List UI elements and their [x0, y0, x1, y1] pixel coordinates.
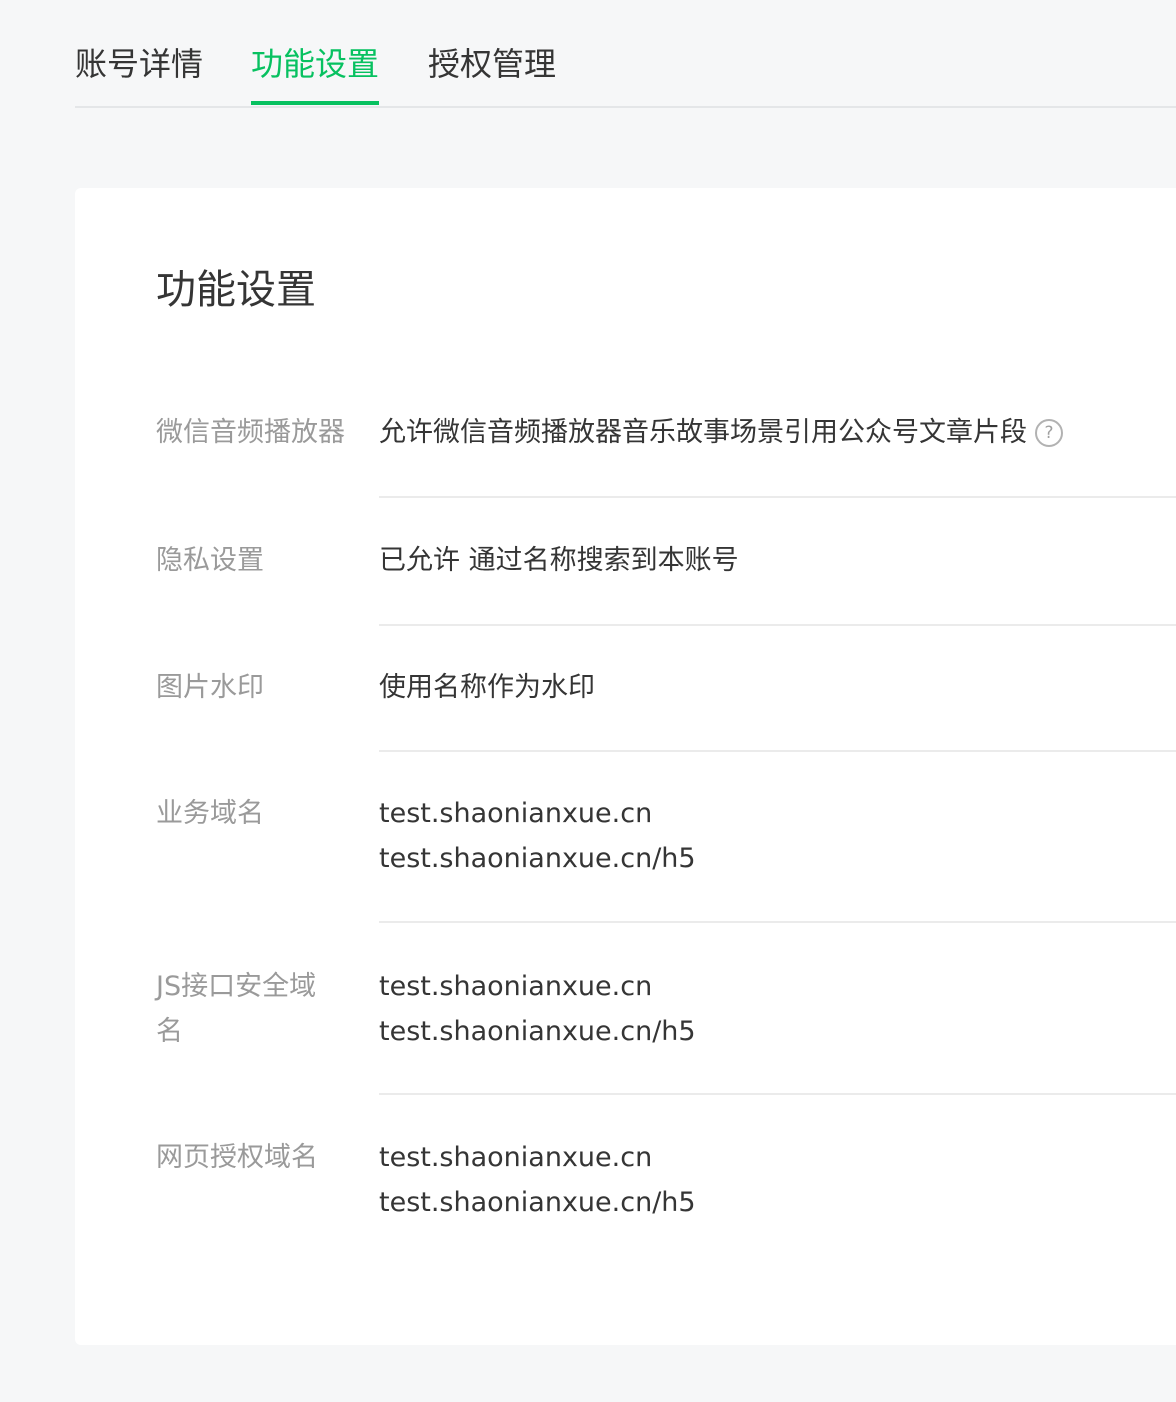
row-label-line: JS接口安全域: [156, 971, 317, 1002]
card-title: 功能设置: [156, 267, 316, 313]
tab-feature-settings[interactable]: 功能设置: [251, 42, 380, 105]
row-divider: [379, 624, 1176, 626]
audio-player-setting-text: 允许微信音频播放器音乐故事场景引用公众号文章片段: [379, 417, 1027, 448]
row-value-web-auth-domain: test.shaonianxue.cn test.shaonianxue.cn/…: [379, 1135, 1176, 1225]
row-label-business-domain: 业务域名: [156, 798, 264, 829]
web-auth-domain-item: test.shaonianxue.cn/h5: [379, 1187, 696, 1218]
row-label-line: 名: [156, 1016, 183, 1047]
js-safe-domain-item: test.shaonianxue.cn/h5: [379, 1016, 696, 1047]
row-value-privacy: 已允许 通过名称搜索到本账号: [379, 538, 1176, 583]
web-auth-domain-item: test.shaonianxue.cn: [379, 1142, 653, 1173]
business-domain-item: test.shaonianxue.cn/h5: [379, 843, 696, 874]
row-label-web-auth-domain: 网页授权域名: [156, 1142, 318, 1173]
settings-card: 功能设置 微信音频播放器 允许微信音频播放器音乐故事场景引用公众号文章片段? 隐…: [75, 188, 1176, 1345]
tab-account-details[interactable]: 账号详情: [75, 42, 203, 86]
row-divider: [379, 496, 1176, 498]
js-safe-domain-item: test.shaonianxue.cn: [379, 971, 653, 1002]
row-label-audio-player: 微信音频播放器: [156, 417, 345, 448]
tab-authorization-management[interactable]: 授权管理: [428, 42, 556, 86]
business-domain-item: test.shaonianxue.cn: [379, 798, 653, 829]
row-divider: [379, 750, 1176, 752]
row-divider: [379, 921, 1176, 923]
privacy-setting-text: 已允许 通过名称搜索到本账号: [379, 545, 739, 576]
tab-bar: 账号详情 功能设置 授权管理: [75, 0, 1176, 108]
row-value-watermark: 使用名称作为水印: [379, 665, 1176, 710]
row-value-audio-player: 允许微信音频播放器音乐故事场景引用公众号文章片段?: [379, 410, 1176, 455]
watermark-setting-text: 使用名称作为水印: [379, 672, 595, 703]
help-circle-icon[interactable]: ?: [1035, 419, 1063, 447]
row-label-privacy: 隐私设置: [156, 545, 264, 576]
row-value-business-domain: test.shaonianxue.cn test.shaonianxue.cn/…: [379, 791, 1176, 881]
row-divider: [379, 1093, 1176, 1095]
row-value-js-safe-domain: test.shaonianxue.cn test.shaonianxue.cn/…: [379, 964, 1176, 1054]
row-label-watermark: 图片水印: [156, 672, 264, 703]
row-label-js-safe-domain: JS接口安全域 名: [156, 964, 346, 1054]
